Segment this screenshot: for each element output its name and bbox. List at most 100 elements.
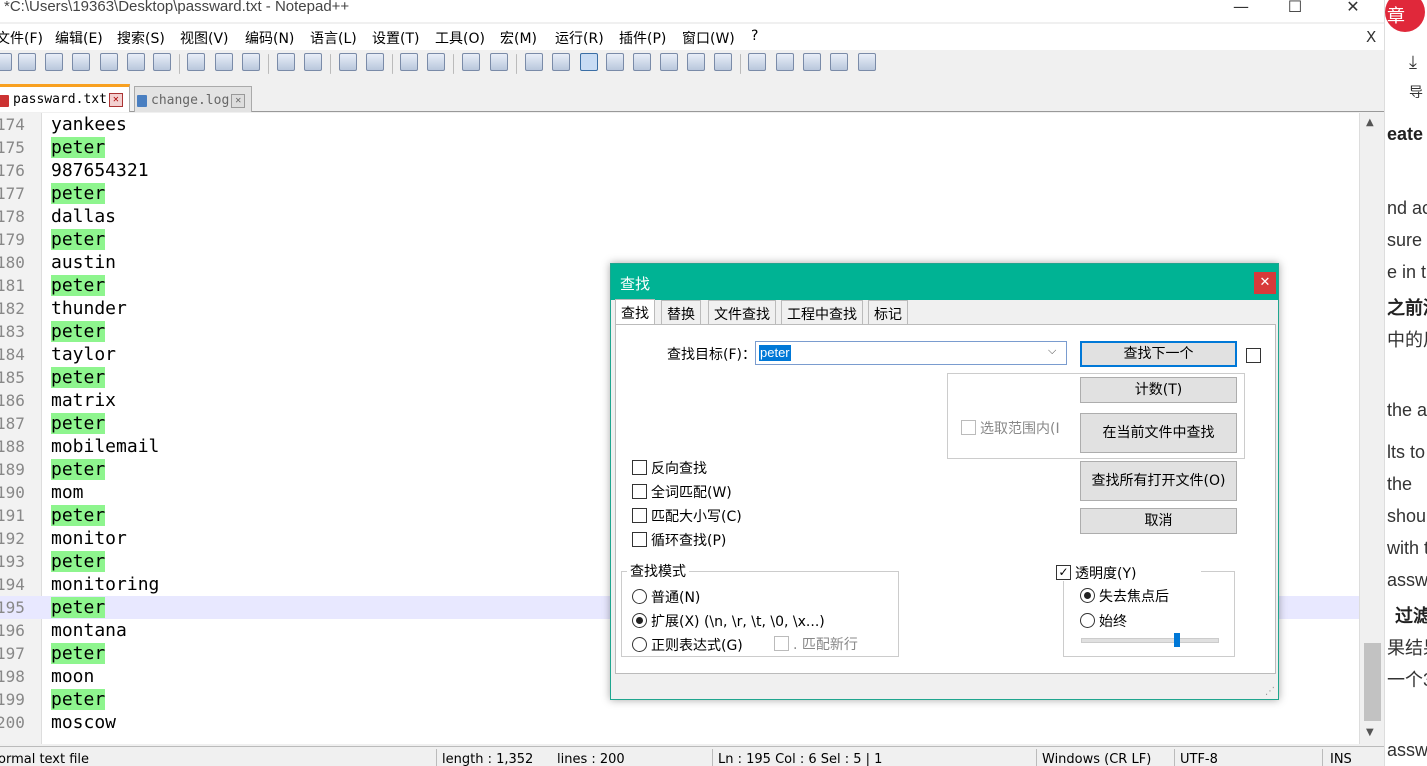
editor-line[interactable]: 176 987654321 [0, 159, 1359, 182]
tab-close-icon[interactable]: ✕ [231, 93, 246, 108]
find-all-in-open-button[interactable]: 查找所有打开文件(O) [1080, 461, 1237, 501]
tab-find-in-projects[interactable]: 工程中查找 [781, 300, 863, 324]
record-macro-icon[interactable] [748, 53, 766, 71]
in-selection-checkbox[interactable] [961, 420, 976, 435]
download-icon[interactable]: ⤓ [1409, 52, 1417, 73]
menu-run[interactable]: 运行(R) [555, 28, 604, 48]
line-number: 178 [0, 207, 25, 226]
save-icon[interactable] [45, 53, 63, 71]
play-macro-icon[interactable] [803, 53, 821, 71]
stop-record-icon[interactable] [776, 53, 794, 71]
vertical-scrollbar[interactable]: ▲ ▼ [1359, 113, 1384, 744]
new-file-icon[interactable] [0, 53, 12, 71]
zoom-in-icon[interactable] [400, 53, 418, 71]
close-file-icon[interactable] [100, 53, 118, 71]
editor-line[interactable]: 175 peter [0, 136, 1359, 159]
find-next-button[interactable]: 查找下一个 [1080, 341, 1237, 367]
transparency-on-lose-focus-radio[interactable] [1080, 588, 1095, 603]
sync-vertical-icon[interactable] [462, 53, 480, 71]
scroll-up-icon[interactable]: ▲ [1366, 117, 1374, 128]
save-macro-icon[interactable] [858, 53, 876, 71]
menu-encoding[interactable]: 编码(N) [245, 28, 294, 48]
undo-icon[interactable] [277, 53, 295, 71]
transparency-checkbox[interactable]: ✓ [1056, 565, 1071, 580]
indent-guide-icon[interactable] [580, 53, 598, 71]
maximize-button[interactable]: ☐ [1272, 0, 1318, 19]
transparency-slider[interactable] [1081, 633, 1219, 647]
monitoring-icon[interactable] [714, 53, 732, 71]
minimize-button[interactable]: — [1218, 0, 1264, 19]
redo-icon[interactable] [304, 53, 322, 71]
copy-icon[interactable] [215, 53, 233, 71]
menu-window[interactable]: 窗口(W) [682, 28, 735, 48]
scroll-down-icon[interactable]: ▼ [1366, 727, 1374, 738]
udl-icon[interactable] [606, 53, 624, 71]
function-list-icon[interactable] [660, 53, 678, 71]
run-macro-multiple-icon[interactable] [830, 53, 848, 71]
menu-language[interactable]: 语言(L) [310, 28, 357, 48]
tab-find-in-files[interactable]: 文件查找 [708, 300, 776, 324]
tab-passward-txt[interactable]: passward.txt ✕ [0, 84, 130, 112]
transparency-always-radio[interactable] [1080, 613, 1095, 628]
find-what-input[interactable]: peter ⌵ [755, 341, 1067, 365]
status-encoding[interactable]: UTF-8 [1180, 752, 1218, 766]
zoom-out-icon[interactable] [427, 53, 445, 71]
menu-help[interactable]: ? [751, 28, 758, 44]
status-eol[interactable]: Windows (CR LF) [1042, 752, 1151, 766]
open-file-icon[interactable] [18, 53, 36, 71]
editor-line[interactable]: 174 yankees [0, 113, 1359, 136]
cancel-button[interactable]: 取消 [1080, 508, 1237, 534]
save-all-icon[interactable] [72, 53, 90, 71]
close-doc-button[interactable]: X [1366, 28, 1376, 46]
editor-line[interactable]: 177 peter [0, 182, 1359, 205]
resize-grip-icon[interactable]: ⋰ [1265, 686, 1275, 697]
paste-icon[interactable] [242, 53, 260, 71]
word-wrap-icon[interactable] [525, 53, 543, 71]
tab-change-log[interactable]: change.log ✕ [134, 86, 253, 112]
count-button[interactable]: 计数(T) [1080, 377, 1237, 403]
dialog-close-button[interactable]: ✕ [1254, 272, 1276, 294]
mode-regex-radio[interactable] [632, 637, 647, 652]
scrollbar-thumb[interactable] [1364, 643, 1381, 721]
folder-workspace-icon[interactable] [687, 53, 705, 71]
background-red-button[interactable]: 章 [1385, 0, 1425, 32]
chevron-down-icon[interactable]: ⌵ [1048, 344, 1056, 358]
close-all-icon[interactable] [127, 53, 145, 71]
menu-macro[interactable]: 宏(M) [500, 28, 537, 48]
menu-plugins[interactable]: 插件(P) [619, 28, 666, 48]
menu-view[interactable]: 视图(V) [180, 28, 229, 48]
cut-icon[interactable] [187, 53, 205, 71]
editor-line[interactable]: 178 dallas [0, 205, 1359, 228]
find-icon[interactable] [339, 53, 357, 71]
wrap-around-checkbox[interactable] [632, 532, 647, 547]
sync-horizontal-icon[interactable] [490, 53, 508, 71]
whole-word-checkbox[interactable] [632, 484, 647, 499]
menu-search[interactable]: 搜索(S) [117, 28, 165, 48]
menu-file[interactable]: 文件(F) [0, 28, 43, 48]
tab-find[interactable]: 查找 [615, 299, 655, 325]
editor-line[interactable]: 200 moscow [0, 711, 1359, 734]
doc-map-icon[interactable] [633, 53, 651, 71]
window-close-button[interactable]: ✕ [1330, 0, 1376, 19]
mode-extended-radio[interactable] [632, 613, 647, 628]
direction-toggle-checkbox[interactable] [1246, 348, 1261, 363]
mode-normal-radio[interactable] [632, 589, 647, 604]
find-all-in-current-button[interactable]: 在当前文件中查找 [1080, 413, 1237, 453]
menu-edit[interactable]: 编辑(E) [55, 28, 103, 48]
slider-thumb[interactable] [1174, 633, 1180, 647]
print-icon[interactable] [153, 53, 171, 71]
tab-mark[interactable]: 标记 [868, 300, 908, 324]
editor-line[interactable]: 179 peter [0, 228, 1359, 251]
tab-close-icon[interactable]: ✕ [108, 92, 123, 107]
tab-replace[interactable]: 替换 [661, 300, 701, 324]
replace-icon[interactable] [366, 53, 384, 71]
backward-checkbox[interactable] [632, 460, 647, 475]
line-number: 194 [0, 575, 25, 594]
dot-newline-checkbox[interactable] [774, 636, 789, 651]
show-all-chars-icon[interactable] [552, 53, 570, 71]
status-insert-mode[interactable]: INS [1330, 752, 1352, 766]
menu-tools[interactable]: 工具(O) [435, 28, 485, 48]
menu-settings[interactable]: 设置(T) [372, 28, 419, 48]
dialog-title-bar[interactable]: 查找 ✕ [611, 264, 1278, 300]
match-case-checkbox[interactable] [632, 508, 647, 523]
